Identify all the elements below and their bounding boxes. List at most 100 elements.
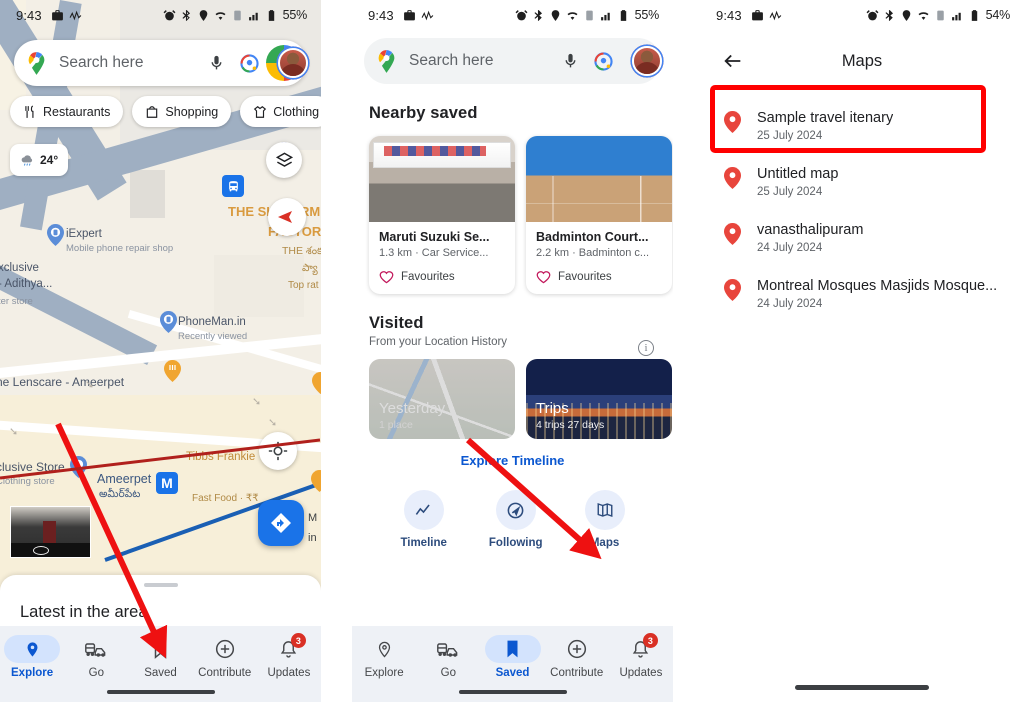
nav-item-go[interactable]: Go <box>416 635 480 679</box>
directions-button[interactable] <box>258 500 304 546</box>
map-metro-badge[interactable]: M <box>156 472 178 494</box>
plus-circle-icon <box>567 639 586 659</box>
explore-timeline-link[interactable]: Explore Timeline <box>352 453 673 468</box>
google-lens-icon[interactable] <box>239 53 260 74</box>
nav-item-updates[interactable]: 3 Updates <box>609 633 673 679</box>
maps-list-item[interactable]: Untitled map 25 July 2024 <box>700 154 1024 210</box>
alarm-icon <box>163 9 176 20</box>
quick-action-icon-wrap <box>495 490 536 530</box>
nav-item-saved[interactable]: Saved <box>480 635 544 679</box>
map-pin-iexpert[interactable] <box>47 224 64 246</box>
map-bus-stop-icon[interactable] <box>222 175 244 197</box>
chip-restaurants[interactable]: Restaurants <box>10 96 124 127</box>
map-direction-arrow-icon: ➘ <box>85 379 95 391</box>
nav-label: Explore <box>364 667 404 679</box>
place-card-list[interactable]: Favourites <box>536 270 662 284</box>
map-poi-sublabel: Mobile phone repair shop <box>66 243 174 254</box>
nav-item-go[interactable]: Go <box>64 635 128 679</box>
map-poi-label[interactable]: PhoneMan.in <box>178 316 246 328</box>
quick-action-label: Maps <box>589 537 620 549</box>
map-poi-label[interactable]: - Adithya... <box>0 278 52 290</box>
nav-item-contribute[interactable]: Contribute <box>545 635 609 679</box>
status-left-icons <box>51 9 82 22</box>
place-card[interactable]: Maruti Suzuki Se... 1.3 km · Car Service… <box>369 136 515 294</box>
map-poi-label[interactable]: Tibbs Frankie <box>186 451 255 463</box>
signal-icon <box>951 12 961 20</box>
quick-action-label: Following <box>488 537 543 549</box>
chip-shopping[interactable]: Shopping <box>132 96 232 127</box>
status-time: 9:43 <box>716 7 742 23</box>
nav-icon-wrap <box>4 635 61 663</box>
info-icon[interactable]: i <box>638 340 654 356</box>
map-navigation-marker[interactable] <box>268 198 306 236</box>
maps-list-item-name: Sample travel itenary <box>757 110 894 126</box>
maps-list-item[interactable]: Montreal Mosques Masjids Mosque... 24 Ju… <box>700 266 1024 322</box>
quick-action-timeline[interactable]: Timeline <box>400 490 447 549</box>
map-pin-phoneman[interactable] <box>160 311 177 333</box>
visited-heading: Visited <box>369 314 424 332</box>
map-pin-icon <box>724 167 741 189</box>
tshirt-icon <box>254 105 267 118</box>
chip-label: Shopping <box>165 104 219 119</box>
weather-chip[interactable]: 24° <box>10 144 69 176</box>
back-arrow-icon[interactable] <box>722 50 744 72</box>
nav-item-explore[interactable]: Explore <box>0 635 64 679</box>
chip-clothing[interactable]: Clothing <box>240 96 321 127</box>
maps-list-item[interactable]: Sample travel itenary 25 July 2024 <box>700 98 1024 154</box>
bottom-sheet[interactable]: Latest in the area <box>0 575 321 626</box>
nav-item-saved[interactable]: Saved <box>128 635 192 679</box>
nav-item-updates[interactable]: 3 Updates <box>257 633 321 679</box>
map-poi-label[interactable]: xclusive <box>0 262 39 274</box>
nav-item-contribute[interactable]: Contribute <box>193 635 257 679</box>
map-search-bar[interactable]: Search here <box>14 40 308 86</box>
map-pin-icon <box>724 223 741 245</box>
map-poi-label[interactable]: iExpert <box>66 228 102 240</box>
maps-list-item-text: Untitled map 25 July 2024 <box>757 166 838 198</box>
nearby-saved-card-row[interactable]: Maruti Suzuki Se... 1.3 km · Car Service… <box>369 136 673 294</box>
status-right-icons: 55% <box>515 8 659 22</box>
map-pin-restaurant[interactable] <box>164 360 181 382</box>
map-pin-clothing-store[interactable] <box>70 456 87 478</box>
street-view-thumbnail[interactable] <box>10 506 91 558</box>
updates-badge: 3 <box>290 633 306 648</box>
visited-card-trips[interactable]: Trips 4 trips 27 days <box>526 359 672 439</box>
visited-card-title: Trips <box>536 400 569 417</box>
maps-list-item[interactable]: vanasthalipuram 24 July 2024 <box>700 210 1024 266</box>
map-poi-label[interactable]: ne Lenscare - Ameerpet <box>0 375 124 389</box>
saved-search-bar[interactable]: Search here <box>364 38 662 84</box>
map-transit-label[interactable]: Ameerpet <box>97 472 151 486</box>
google-lens-icon[interactable] <box>593 51 614 72</box>
place-card-list-label: Favourites <box>558 271 612 283</box>
visited-card-row[interactable]: Yesterday 1 place Trips 4 trips 27 days <box>369 359 673 439</box>
quick-action-maps[interactable]: Maps <box>584 490 625 549</box>
map-pin-restaurant[interactable] <box>311 470 321 492</box>
map-poi-label[interactable]: clusive Store <box>0 460 65 474</box>
nav-label: Go <box>88 667 104 679</box>
map-pin-restaurant[interactable] <box>312 372 321 394</box>
sheet-drag-handle[interactable] <box>143 583 178 587</box>
nav-icon-wrap <box>68 635 124 663</box>
maps-list-item-name: Untitled map <box>757 166 839 182</box>
avatar[interactable] <box>620 43 662 79</box>
visited-card-yesterday[interactable]: Yesterday 1 place <box>369 359 515 439</box>
microphone-icon[interactable] <box>562 50 579 72</box>
maps-list-item-text: Sample travel itenary 25 July 2024 <box>757 110 893 142</box>
briefcase-icon <box>403 9 415 20</box>
nav-label: Updates <box>267 667 311 679</box>
map-area-label: THE శంక <box>282 245 321 257</box>
locate-me-button[interactable] <box>259 432 297 470</box>
place-card-list[interactable]: Favourites <box>379 270 505 284</box>
status-time: 9:43 <box>368 7 394 23</box>
gesture-bar <box>795 685 929 690</box>
google-maps-pin-icon <box>378 49 395 73</box>
nav-item-explore[interactable]: Explore <box>352 635 416 679</box>
avatar[interactable] <box>266 45 308 81</box>
place-card-body: Badminton Court... 2.2 km · Badminton c.… <box>526 222 672 294</box>
maps-list-item-date: 24 July 2024 <box>757 242 823 254</box>
map-poi-sublabel: Recently viewed <box>178 331 248 342</box>
place-card[interactable]: Badminton Court... 2.2 km · Badminton c.… <box>526 136 672 294</box>
map-layers-button[interactable] <box>266 142 302 178</box>
pulse-icon <box>769 10 782 20</box>
quick-action-following[interactable]: Following <box>489 490 543 549</box>
microphone-icon[interactable] <box>208 52 225 74</box>
